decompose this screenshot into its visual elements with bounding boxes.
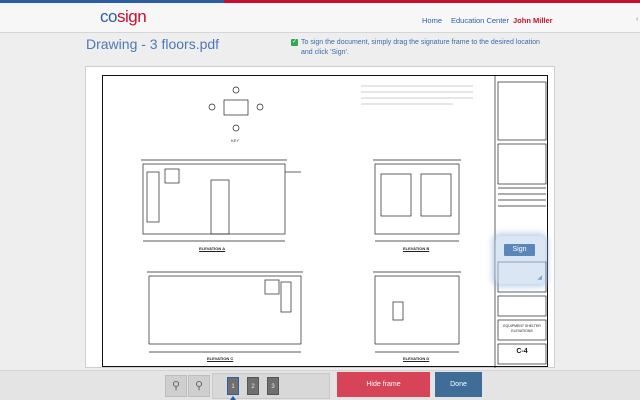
hide-frame-button[interactable]: Hide frame	[337, 372, 430, 397]
nav-education-center[interactable]: Education Center	[451, 16, 509, 25]
user-menu[interactable]: John Miller	[513, 16, 553, 25]
signature-frame[interactable]: Sign ◢	[495, 236, 545, 284]
cosign-logo[interactable]: cosign	[100, 7, 147, 27]
sign-instruction: To sign the document, simply drag the si…	[301, 39, 540, 56]
top-bar: cosign Home Education Center John Miller…	[0, 0, 640, 33]
key-plan-label: KEY	[231, 138, 240, 143]
zoom-in-icon[interactable]: ⚲	[165, 375, 187, 397]
elevation-a-label: ELEVATION A	[199, 246, 226, 251]
current-page-indicator-icon	[230, 396, 236, 400]
page-thumbnail-2[interactable]: 2	[247, 377, 259, 395]
bottom-toolbar: ⚲ ⚲ 1 2 3	[0, 370, 640, 400]
elevation-d-label: ELEVATION D	[403, 356, 430, 361]
architectural-drawing	[141, 76, 547, 368]
sheet-number: C-4	[516, 348, 528, 355]
done-button[interactable]: Done	[435, 372, 482, 397]
check-icon: ✓	[291, 39, 298, 46]
document-viewer[interactable]: KEY ELEVATION A ELEVATION B ELEVATION C …	[85, 66, 555, 368]
document-title: Drawing - 3 floors.pdf	[86, 36, 220, 52]
resize-handle-icon[interactable]: ◢	[537, 274, 542, 281]
logo-text-accent: sign	[116, 7, 147, 26]
elevation-b-label: ELEVATION B	[403, 246, 430, 251]
elevation-c-label: ELEVATION C	[207, 356, 234, 361]
sign-button[interactable]: Sign	[504, 244, 535, 256]
logo-text-main: co	[100, 7, 117, 26]
nav-home[interactable]: Home	[422, 16, 442, 25]
project-title: EQUIPMENT SHELTER ELEVATIONS	[503, 324, 541, 333]
page-thumbnail-1[interactable]: 1	[227, 377, 239, 395]
page-thumbnail-3[interactable]: 3	[267, 377, 279, 395]
zoom-out-icon[interactable]: ⚲	[188, 375, 210, 397]
user-menu-caret-icon[interactable]: ‹	[636, 16, 638, 23]
drawing-sheet: KEY ELEVATION A ELEVATION B ELEVATION C …	[102, 75, 548, 368]
